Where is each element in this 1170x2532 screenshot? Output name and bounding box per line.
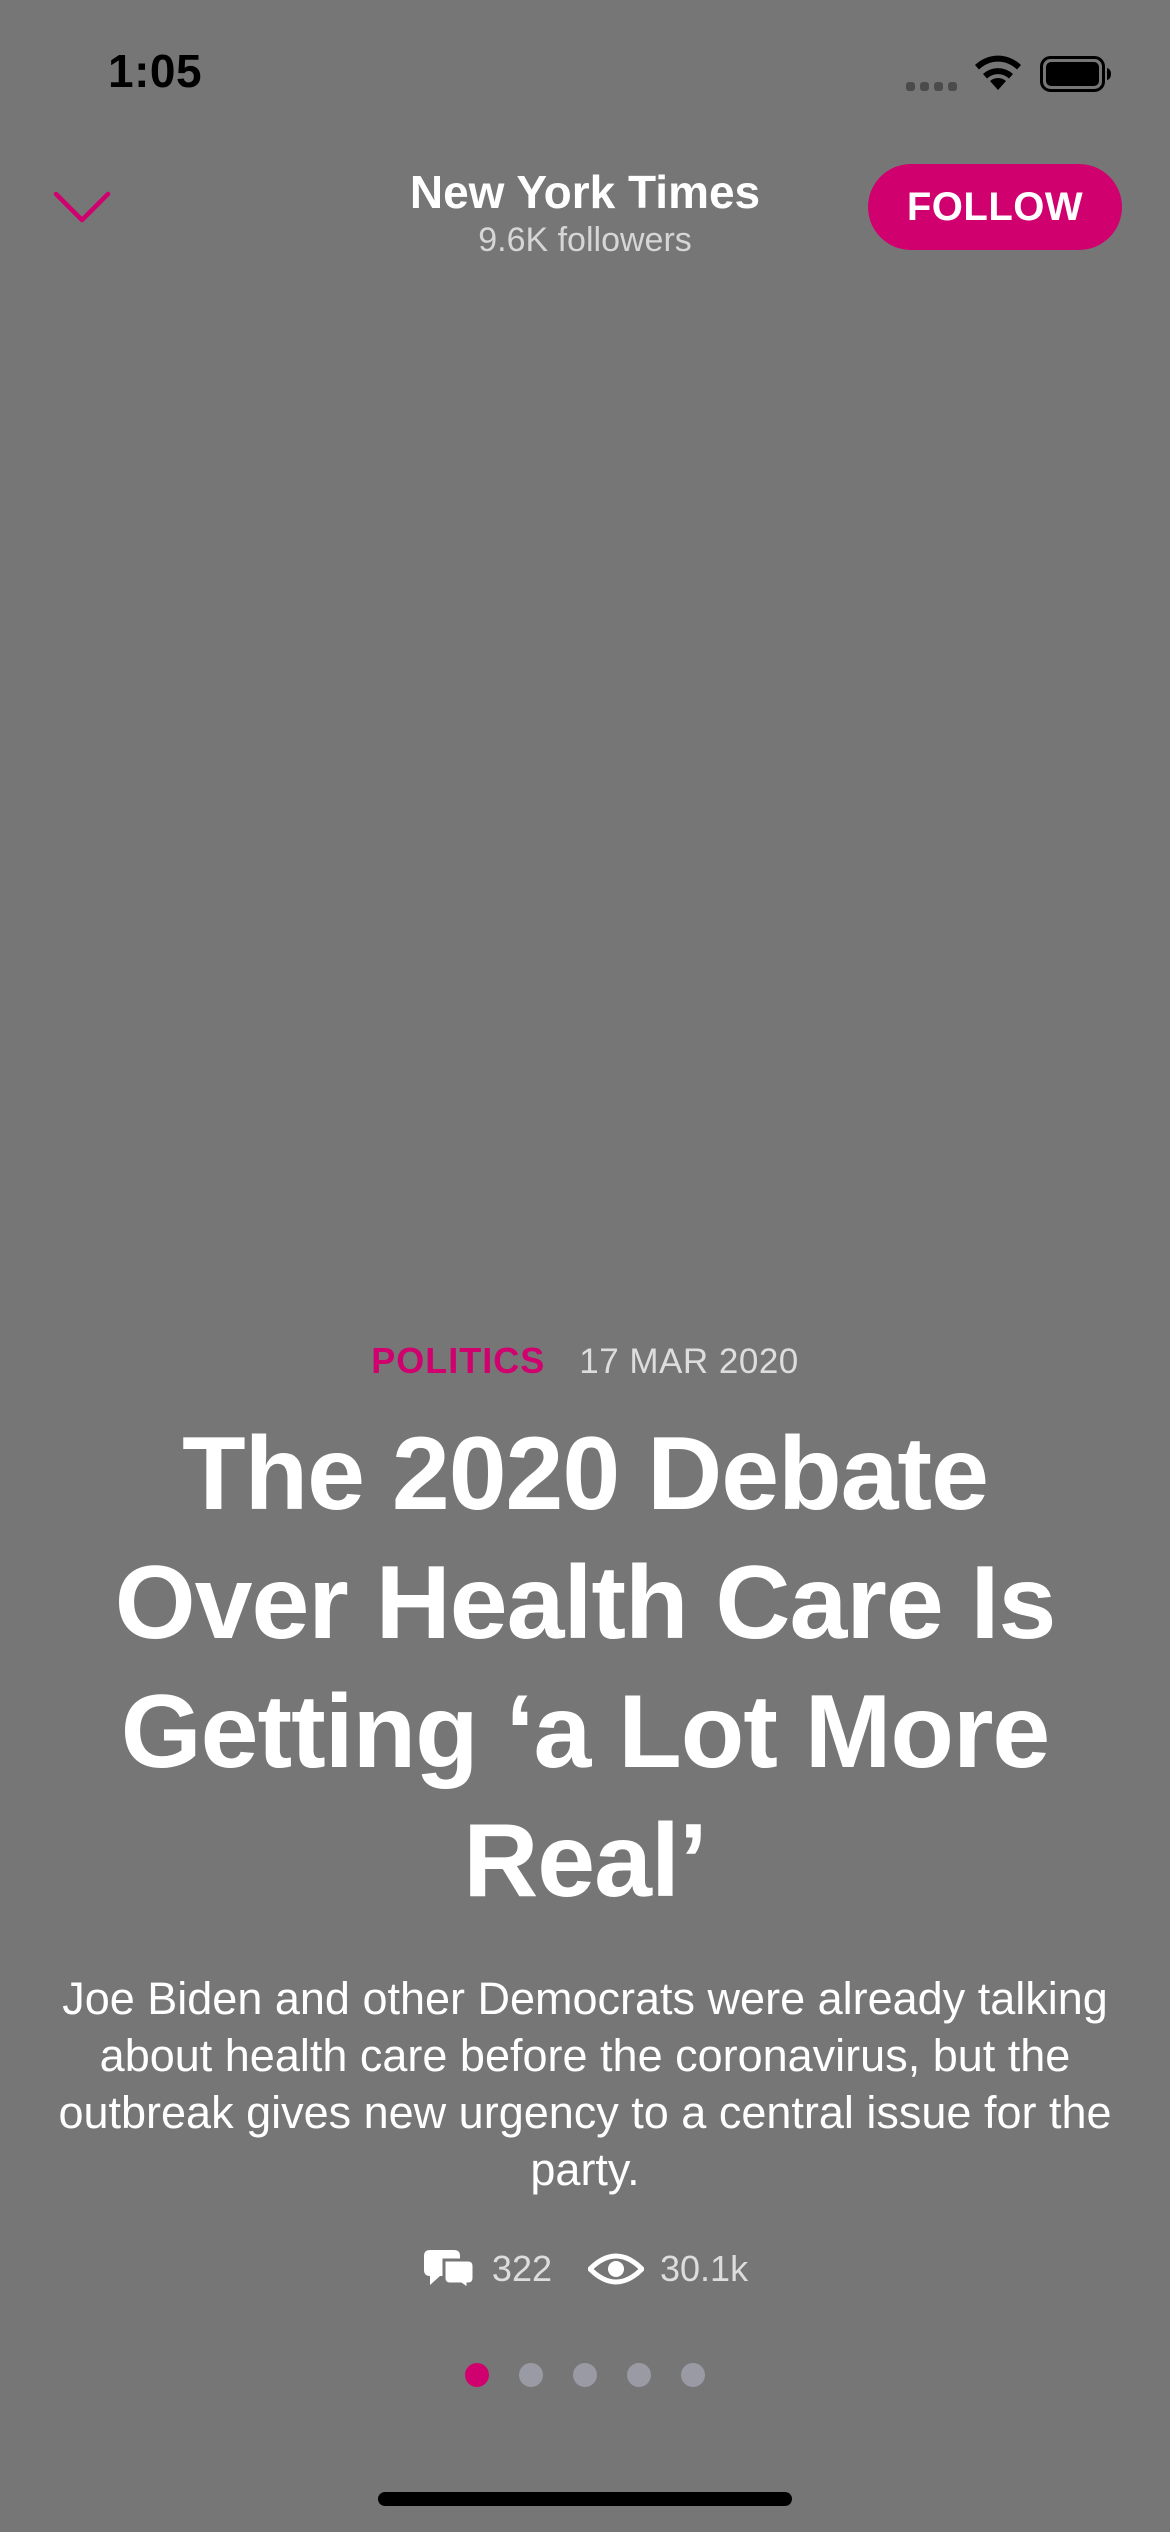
- page-dot[interactable]: [573, 2363, 597, 2387]
- eye-icon: [588, 2253, 644, 2285]
- page-indicator: [0, 2363, 1170, 2387]
- follower-count: 9.6K followers: [478, 221, 692, 259]
- article-headline[interactable]: The 2020 Debate Over Health Care Is Gett…: [60, 1410, 1110, 1926]
- wifi-icon: [975, 55, 1021, 90]
- status-bar: 1:05: [0, 0, 1170, 150]
- page-dot[interactable]: [519, 2363, 543, 2387]
- chevron-down-icon[interactable]: [52, 186, 112, 230]
- article-summary: Joe Biden and other Democrats were alrea…: [58, 1973, 1112, 2195]
- publisher-name: New York Times: [409, 166, 761, 218]
- signal-icon: [906, 82, 958, 92]
- page-dot[interactable]: [465, 2363, 489, 2387]
- article-meta: POLITICS 17 MAR 2020: [0, 1340, 1170, 1382]
- publisher-info[interactable]: New York Times 9.6K followers: [285, 164, 885, 260]
- article-date: 17 MAR 2020: [579, 1342, 799, 1381]
- status-time: 1:05: [108, 45, 203, 97]
- battery-icon: [1040, 56, 1111, 92]
- comments-stat[interactable]: 322: [422, 2248, 552, 2290]
- view-count: 30.1k: [660, 2248, 749, 2289]
- home-indicator[interactable]: [378, 2492, 792, 2506]
- page-dot[interactable]: [681, 2363, 705, 2387]
- views-stat: 30.1k: [588, 2248, 748, 2290]
- article-stats: 322 30.1k: [0, 2248, 1170, 2290]
- article-category[interactable]: POLITICS: [371, 1340, 545, 1382]
- header: New York Times 9.6K followers FOLLOW: [0, 150, 1170, 270]
- comments-icon: [423, 2250, 476, 2290]
- follow-button[interactable]: FOLLOW: [868, 164, 1122, 250]
- comment-count: 322: [491, 2248, 552, 2289]
- page-dot[interactable]: [627, 2363, 651, 2387]
